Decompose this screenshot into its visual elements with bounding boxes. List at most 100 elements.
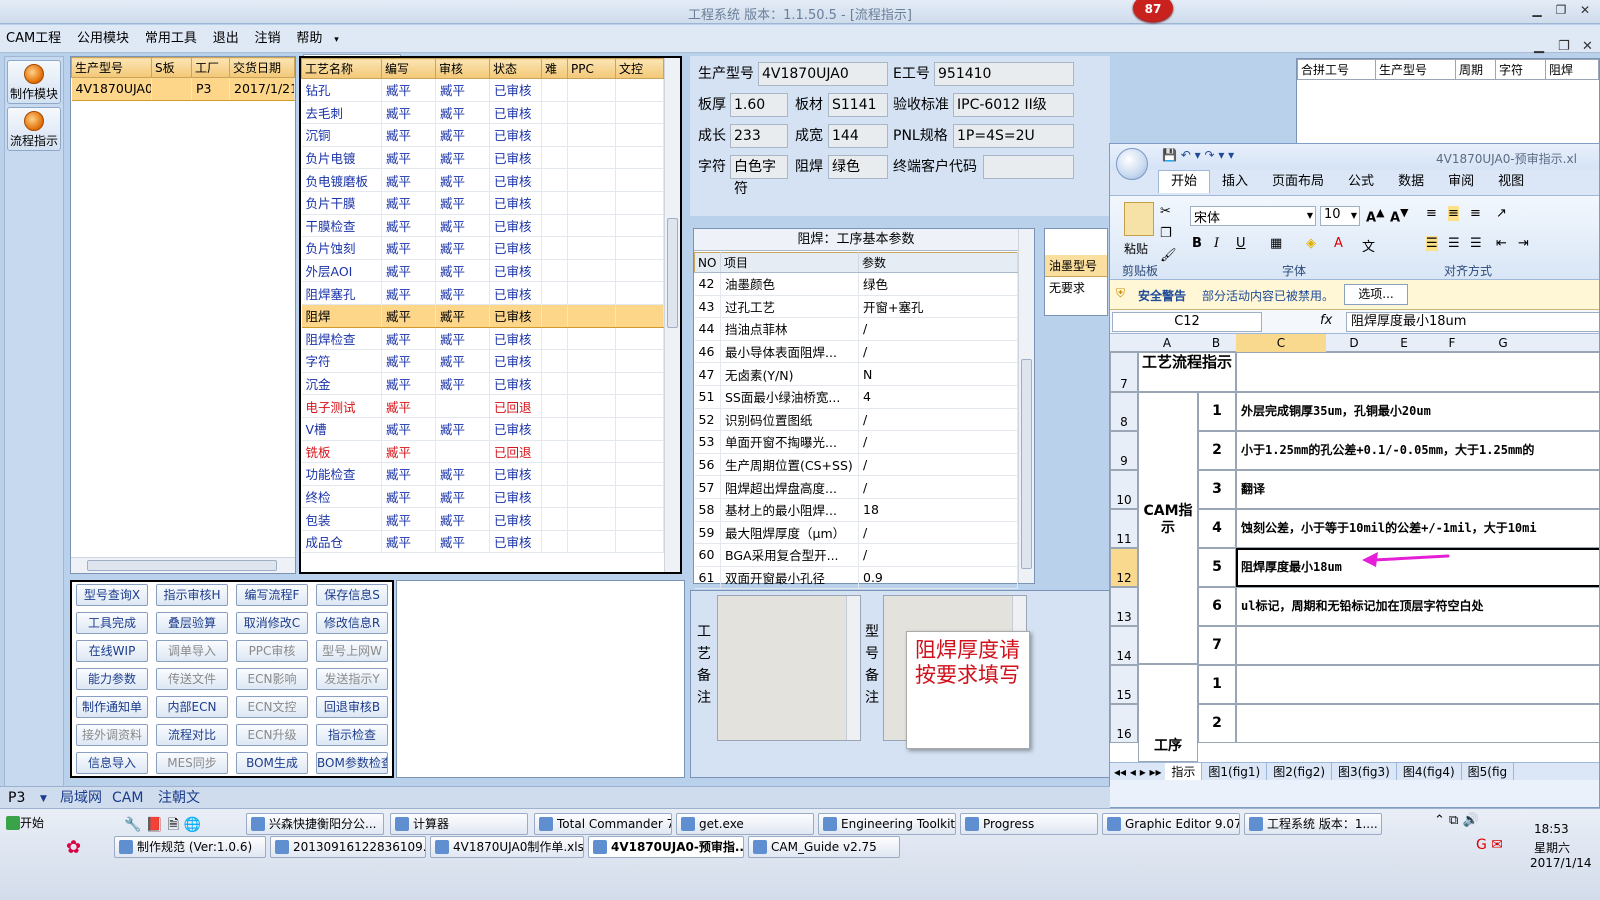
italic-icon[interactable]: I [1214,236,1219,251]
taskbar-item[interactable]: 20130916122836109.rtf... [270,836,426,858]
row-header[interactable]: 8 [1110,392,1138,431]
restore-icon[interactable]: ❐ [1552,3,1570,17]
scroll-thumb[interactable] [87,560,277,571]
function-button[interactable]: 信息导入 [76,752,148,774]
ribbon-tab[interactable]: 视图 [1486,171,1536,193]
grow-font-icon[interactable]: A▲ [1366,206,1384,225]
taskbar-item[interactable]: 4V1870UJA0-预审指... [588,836,744,858]
sheet-cell[interactable]: 4 [1198,509,1236,548]
section-process[interactable]: 工艺流程指示 [1138,352,1236,392]
table-row[interactable]: 负电镀磨板 臧平 臧平 已审核 [301,168,664,192]
taskbar-item[interactable]: 计算器 [390,813,528,835]
taskbar-item[interactable]: get.exe [676,813,814,835]
sheet-cell[interactable]: 5 [1198,548,1236,587]
cut-icon[interactable]: ✂ [1160,204,1171,219]
sheet-cell[interactable]: 6 [1198,587,1236,626]
taskbar-item[interactable]: 工程系统 版本：1.... [1244,813,1382,835]
row-header[interactable]: 15 [1110,665,1138,704]
process-header[interactable]: 审核 [435,58,490,79]
tray-apps-icon[interactable]: G ✉ [1476,837,1503,853]
sheet-cell[interactable]: 蚀刻公差，小于等于10mil的公差+/-1mil，大于10mi [1236,509,1599,548]
taskbar-item[interactable]: 4V1870UJA0制作单.xls [430,836,584,858]
table-row[interactable]: 52 识别码位置图纸 / [694,408,1018,432]
status-lan[interactable]: 局域网 [60,787,102,809]
table-row[interactable]: 钻孔 臧平 臧平 已审核 [301,78,664,102]
order-header[interactable]: 生产型号 [71,57,152,78]
menu-logout[interactable]: 注销 [249,25,287,53]
process-header[interactable]: 状态 [489,58,542,79]
menu-common[interactable]: 公用模块 [71,25,135,53]
mdi-close-icon[interactable]: ✕ [1576,33,1594,61]
row-header[interactable]: 9 [1110,431,1138,470]
align-center-icon[interactable]: ☰ [1448,236,1460,251]
taskbar-item[interactable]: Progress [960,813,1098,835]
taskbar-item[interactable]: Graphic Editor 9.07b... [1102,813,1240,835]
indent-icon[interactable]: ⇤ [1496,236,1507,251]
sheet-cell[interactable] [1236,352,1599,392]
ribbon-tab[interactable]: 公式 [1336,171,1386,193]
standard-field[interactable]: IPC-6012 II级 [953,93,1074,117]
sheet-cell[interactable]: 1 [1198,665,1236,704]
merge-header[interactable]: 生产型号 [1375,59,1456,80]
table-row[interactable]: 阻焊 臧平 臧平 已审核 [301,303,664,328]
process-header[interactable]: PPC [567,58,616,79]
column-header[interactable]: A [1138,336,1196,350]
table-row[interactable]: 沉铜 臧平 臧平 已审核 [301,123,664,147]
function-button[interactable]: ECN文控 [236,696,308,718]
table-row[interactable]: 电子测试 臧平 已回退 [301,394,664,418]
table-row[interactable]: 60 BGA采用复合型开... / [694,543,1018,567]
paste-icon[interactable] [1124,202,1154,236]
function-button[interactable]: 流程对比 [156,724,228,746]
row-header[interactable]: 10 [1110,470,1138,509]
underline-icon[interactable]: U [1236,236,1246,251]
name-box[interactable]: C12 [1112,312,1262,332]
table-row[interactable]: 58 基材上的最小阻焊... 18 [694,498,1018,522]
table-row[interactable]: 干膜检查 臧平 臧平 已审核 [301,214,664,238]
function-button[interactable]: ECN升级 [236,724,308,746]
menu-cam[interactable]: CAM工程 [0,25,67,53]
table-row[interactable]: 阻焊塞孔 臧平 臧平 已审核 [301,281,664,305]
sheet-cell[interactable]: 小于1.25mm的孔公差+0.1/-0.05mm，大于1.25mm的 [1236,431,1599,470]
row-header[interactable]: 13 [1110,587,1138,626]
sheet-nav-icon[interactable]: ◂◂ ◂ ▸ ▸▸ [1114,765,1165,779]
function-button[interactable]: BOM参数检查 [316,752,388,774]
nav-make-module[interactable]: 制作模块 [7,60,61,104]
process-vscrollbar[interactable] [664,58,680,572]
sheet-tab[interactable]: 图3(fig3) [1332,763,1397,780]
function-button[interactable]: 能力参数 [76,668,148,690]
table-row[interactable]: 负片干膜 臧平 臧平 已审核 [301,191,664,215]
table-row[interactable]: 47 无卤素(Y/N) N [694,362,1018,386]
table-row[interactable]: 负片电镀 臧平 臧平 已审核 [301,146,664,170]
phonetic-icon[interactable]: 文 [1362,236,1375,255]
params-vscrollbar[interactable] [1018,229,1034,583]
paste-label[interactable]: 粘贴 [1124,240,1148,257]
sheet-cell[interactable] [1236,704,1599,743]
tray-icons[interactable]: ⌃ ⧉ 🔊 [1434,813,1479,828]
function-button[interactable]: 指示审核H [156,584,228,606]
taskbar-item[interactable]: CAM_Guide v2.75 [748,836,900,858]
align-middle-icon[interactable]: ≡ [1448,206,1459,221]
sheet-cell[interactable]: 翻译 [1236,470,1599,509]
table-row[interactable]: 42 油墨颜色 绿色 [694,272,1018,296]
material-field[interactable]: S1141 [828,93,888,117]
params-header[interactable]: 项目 [720,252,859,273]
column-header[interactable]: E [1382,336,1426,350]
function-button[interactable]: BOM生成 [236,752,308,774]
function-button[interactable]: 型号查询X [76,584,148,606]
table-row[interactable]: 负片蚀刻 臧平 臧平 已审核 [301,236,664,260]
table-row[interactable]: 字符 臧平 臧平 已审核 [301,349,664,373]
order-header[interactable]: 交货日期 [229,57,295,78]
function-button[interactable]: PPC审核 [236,640,308,662]
taskbar-item[interactable]: 制作规范 (Ver:1.0.6) [114,836,266,858]
formula-input[interactable]: 阻焊厚度最小18um [1346,312,1599,332]
sheet-cell[interactable] [1236,626,1599,665]
align-top-icon[interactable]: ≡ [1426,206,1437,221]
table-row[interactable]: 外层AOI 臧平 臧平 已审核 [301,259,664,283]
remark-scrollbar[interactable] [846,596,860,740]
merge-header[interactable]: 合拼工号 [1297,59,1376,80]
sheet-cell[interactable]: 2 [1198,704,1236,743]
customer-field[interactable] [983,155,1074,179]
table-row[interactable]: 46 最小导体表面阻焊... / [694,340,1018,364]
column-header[interactable]: C [1236,334,1326,352]
mdi-restore-icon[interactable]: ❐ [1552,33,1570,61]
